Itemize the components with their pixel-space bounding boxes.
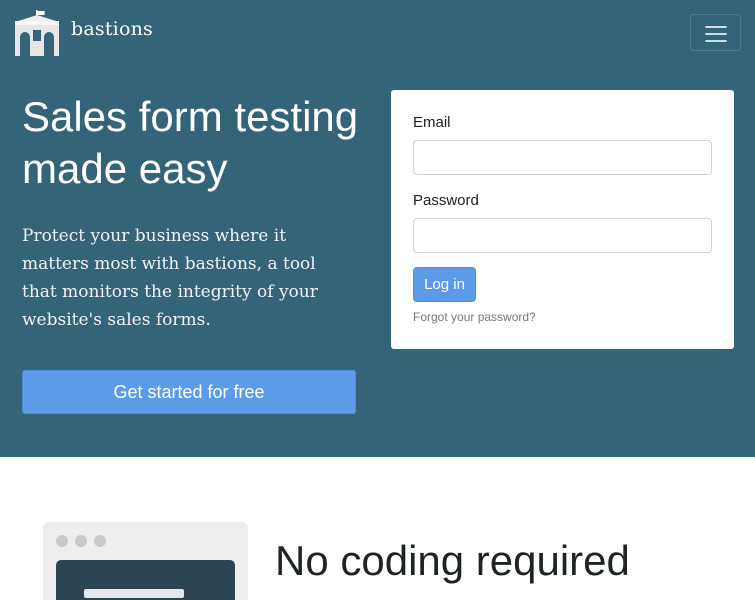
hero-title-line-2: made easy	[22, 145, 228, 192]
email-field[interactable]	[413, 140, 712, 175]
window-dot	[75, 535, 87, 547]
screen-bar	[84, 589, 184, 598]
email-label: Email	[413, 114, 451, 131]
hero-description: Protect your business where it matters m…	[22, 226, 318, 330]
browser-window-icon	[43, 522, 248, 600]
window-dot	[56, 535, 68, 547]
hero-title-line-1: Sales form testing	[22, 93, 359, 140]
password-field[interactable]	[413, 218, 712, 253]
menu-toggle-button[interactable]	[690, 14, 741, 51]
login-form: Email Password Log in Forgot your passwo…	[391, 90, 734, 349]
get-started-button[interactable]: Get started for free	[22, 370, 356, 414]
password-label: Password	[413, 192, 479, 209]
section-title: No coding required	[275, 537, 630, 584]
window-screen	[56, 560, 235, 600]
brand-name[interactable]: bastions	[71, 18, 153, 40]
hero-section: bastions Sales form testing made easy Pr…	[0, 0, 755, 457]
window-dot	[94, 535, 106, 547]
login-button[interactable]: Log in	[413, 267, 476, 302]
bastion-building-icon[interactable]	[14, 10, 60, 56]
forgot-password-link[interactable]: Forgot your password?	[413, 310, 536, 324]
hero-title: Sales form testing made easy	[22, 91, 382, 195]
